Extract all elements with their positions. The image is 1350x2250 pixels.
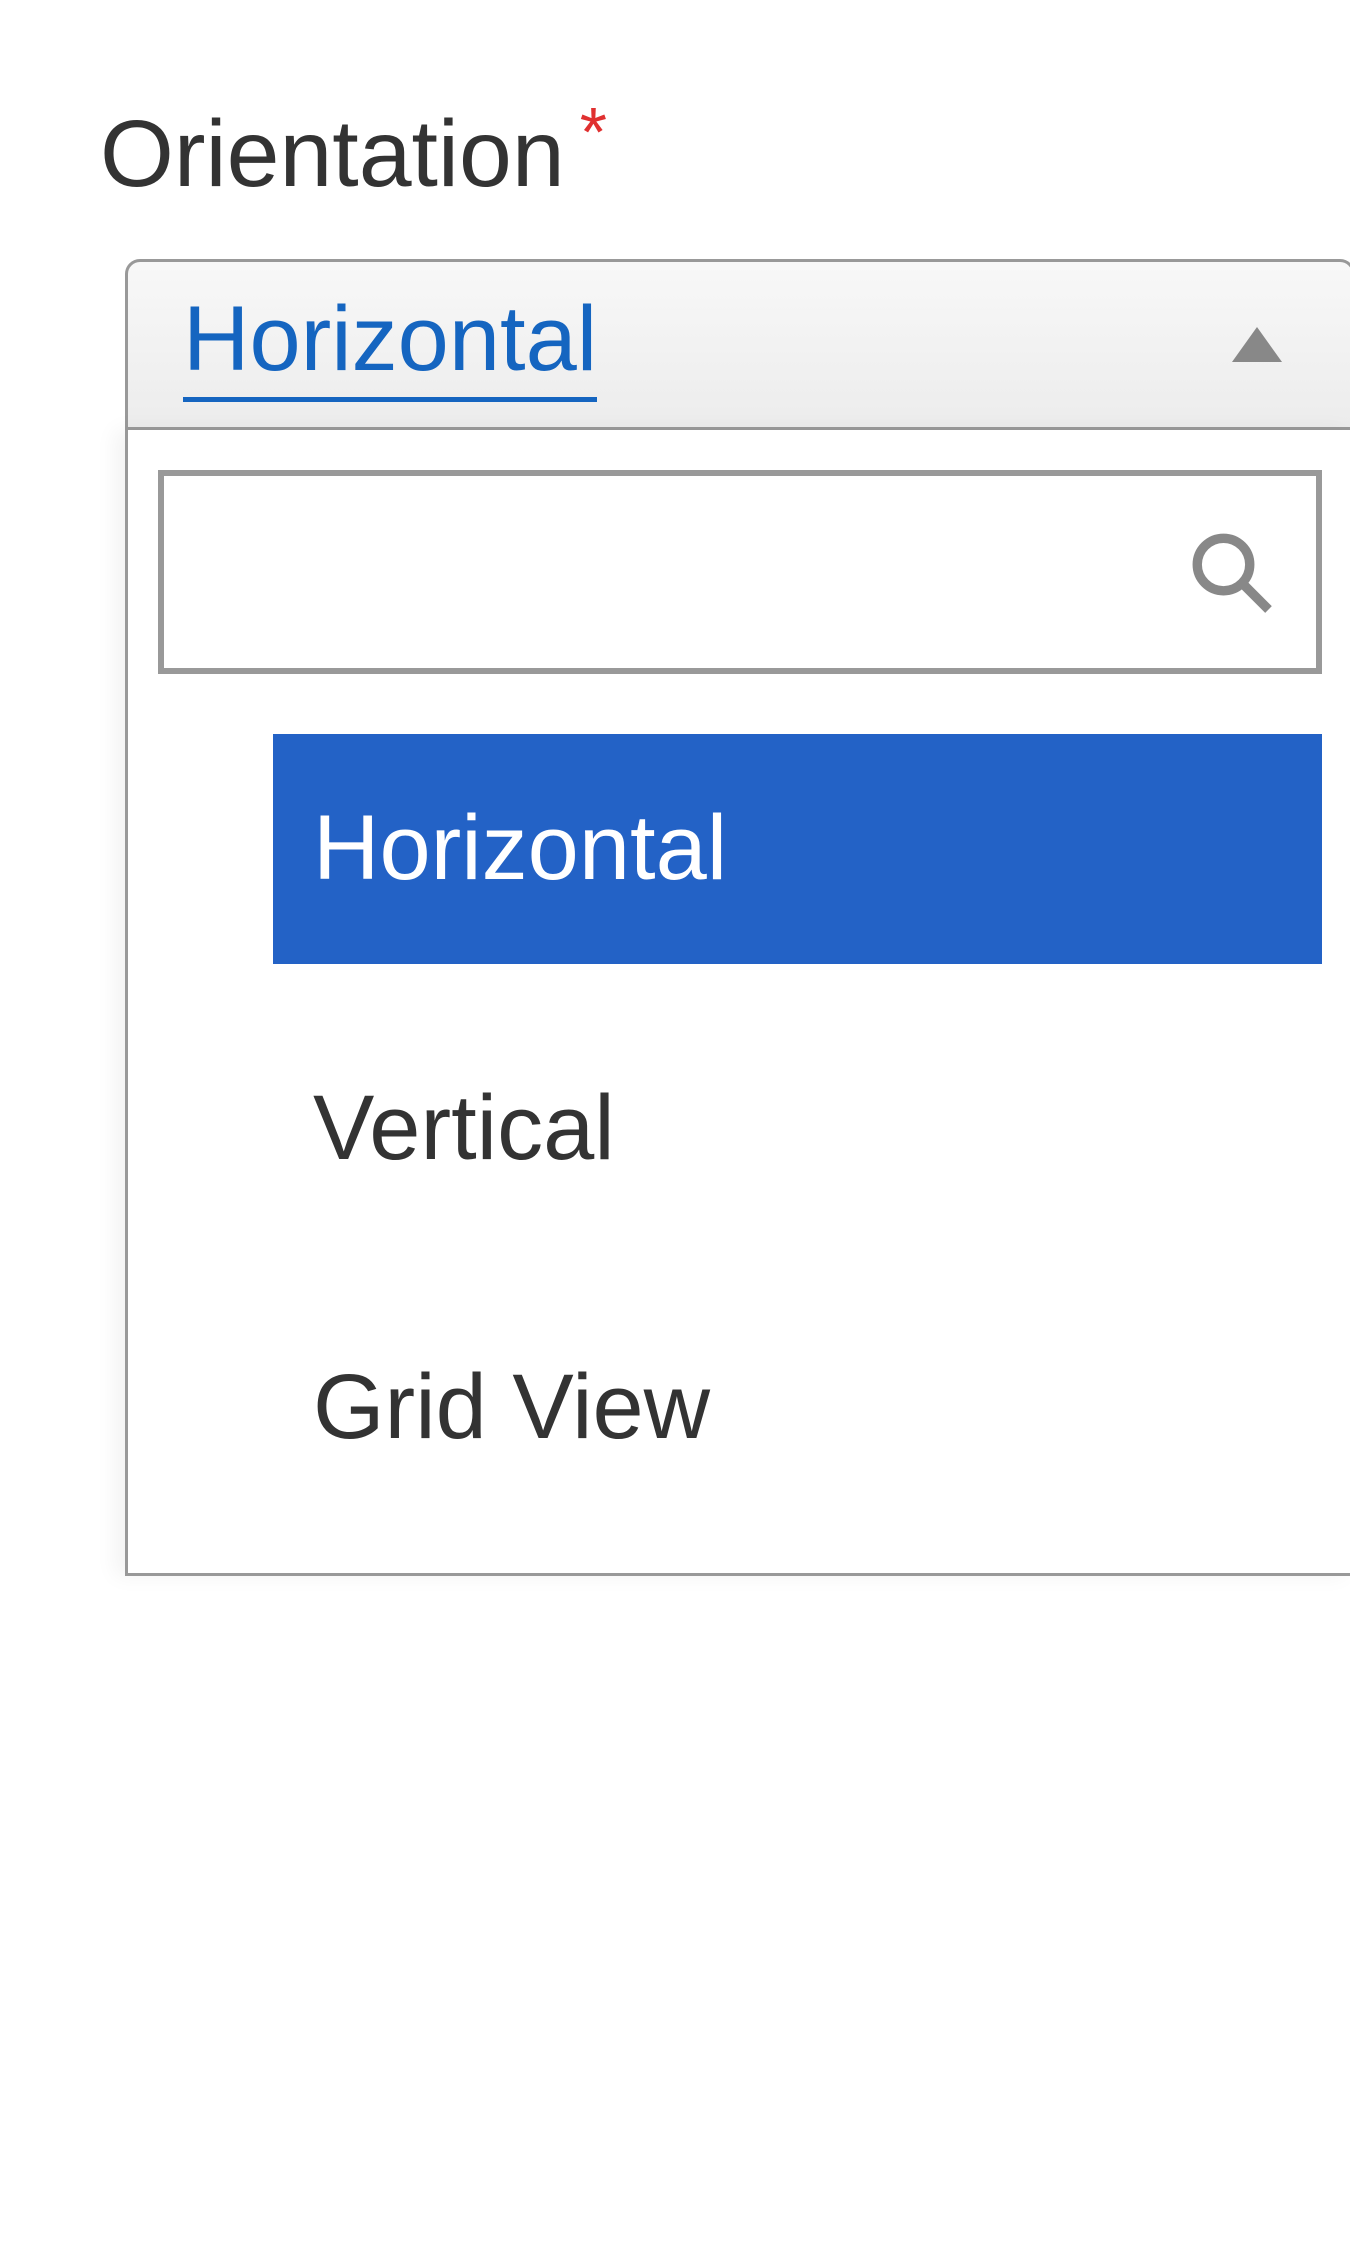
dropdown-trigger[interactable]: Horizontal [125,259,1350,430]
dropdown-option-vertical[interactable]: Vertical [273,1014,1322,1244]
dropdown-search-input[interactable] [157,526,1186,618]
search-icon [1186,527,1276,617]
orientation-field-label: Orientation * [100,100,1350,209]
orientation-dropdown: Horizontal Horizontal Vertical Grid View [125,259,1350,1576]
field-label-text: Orientation [100,100,565,209]
required-asterisk: * [580,92,607,172]
dropdown-options-list: Horizontal Vertical Grid View [273,734,1322,1523]
dropdown-panel: Horizontal Vertical Grid View [125,430,1350,1576]
dropdown-selected-value: Horizontal [183,287,597,402]
dropdown-option-grid-view[interactable]: Grid View [273,1293,1322,1523]
dropdown-option-horizontal[interactable]: Horizontal [273,734,1322,964]
chevron-up-icon [1232,327,1282,362]
dropdown-search-box[interactable] [158,470,1322,674]
